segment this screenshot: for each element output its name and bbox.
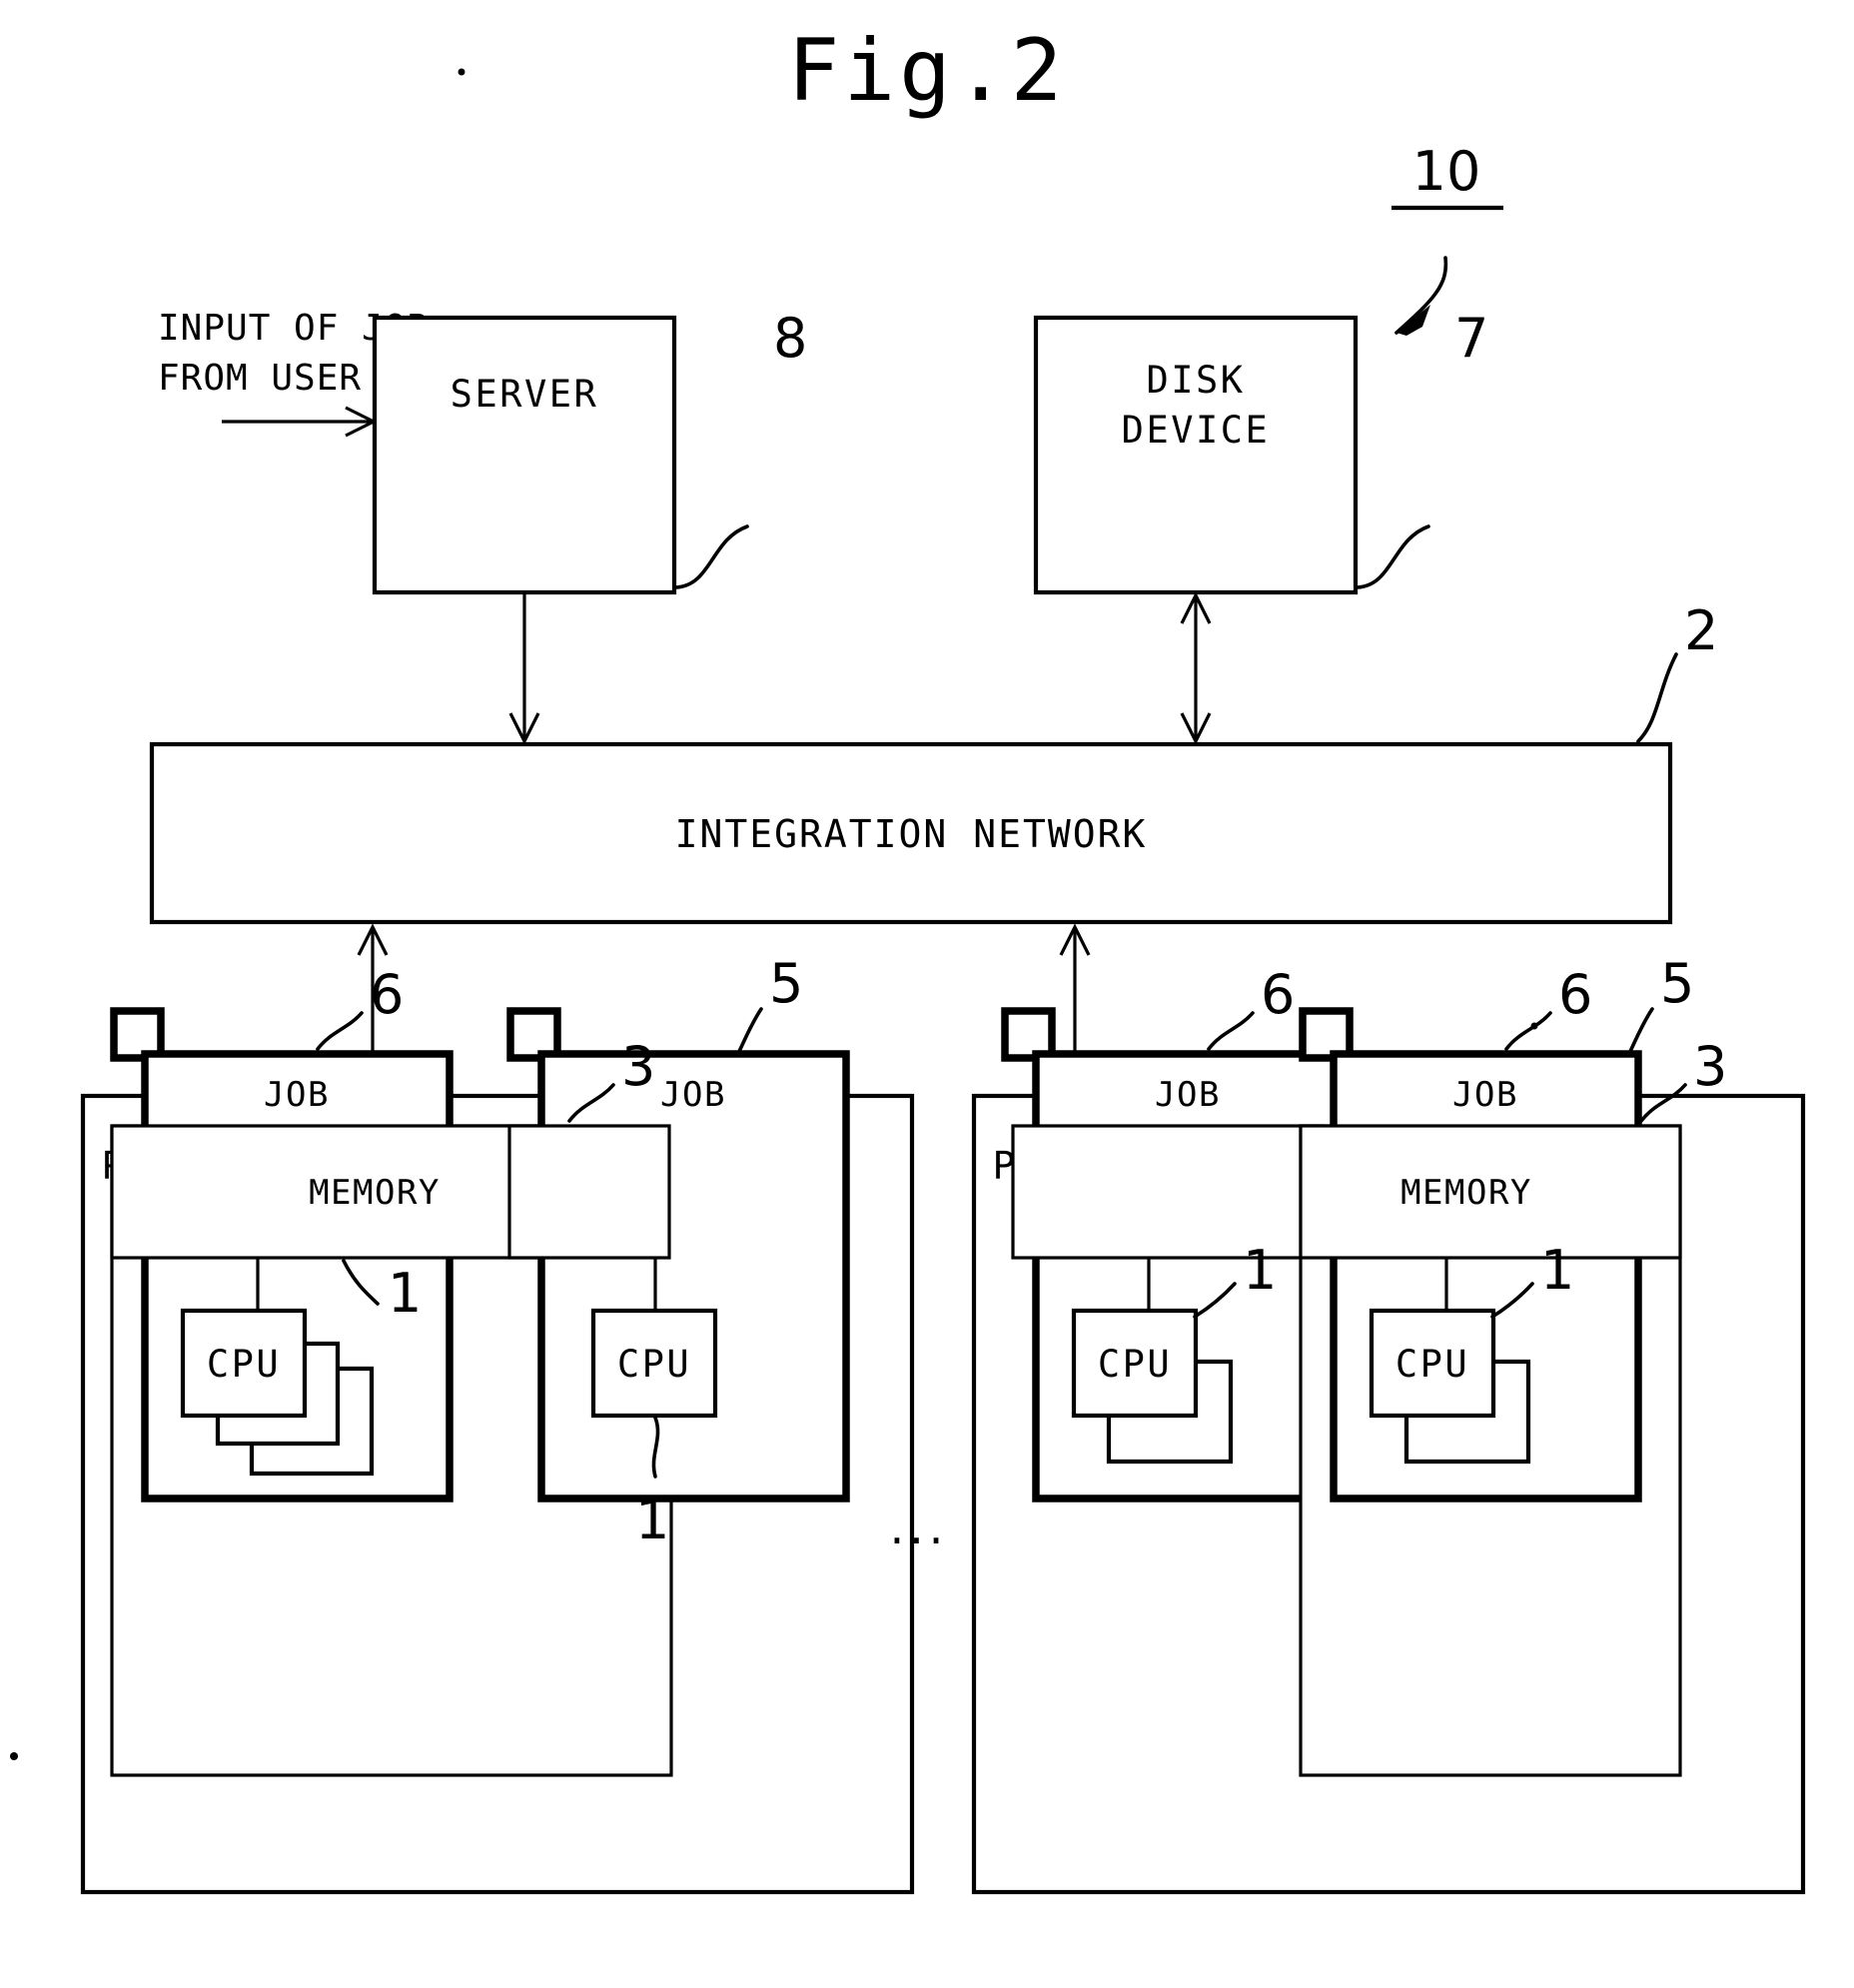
- ref-7-leader: [1356, 524, 1430, 589]
- parallel-computer-system-right[interactable]: PARALLEL COMPUTER SYSTEM 5 JOB 6 CPU 1 J…: [971, 952, 1806, 1895]
- job-label-left-2: JOB: [660, 1075, 726, 1115]
- node-left-2[interactable]: JOB 3 CPU 1: [506, 1007, 850, 1551]
- job-label-left-1: JOB: [264, 1075, 330, 1115]
- ref-6-right-1-leader: [1207, 1011, 1255, 1051]
- ref-2-label: 2: [1684, 599, 1718, 662]
- input-caption-line2: FROM USER: [158, 358, 362, 399]
- disk-device-label-line2: DEVICE: [1122, 409, 1271, 452]
- page-speckle: [458, 68, 465, 76]
- ref-8-leader: [674, 524, 749, 589]
- parallel-computer-system-left[interactable]: PARALLEL COMPUTER SYSTEM 5 JOB 6 MEMORY …: [80, 952, 915, 1895]
- disk-device-label-line1: DISK: [1146, 359, 1245, 402]
- ref-6-right-2-leader: [1504, 1011, 1552, 1051]
- ref-10-arrowhead: [1396, 305, 1430, 336]
- cpu-label-left-2: CPU: [617, 1343, 691, 1386]
- integration-network-label: INTEGRATION NETWORK: [675, 812, 1148, 856]
- node-plate-left-2: [507, 1124, 671, 1260]
- ref-8-label: 8: [773, 307, 807, 370]
- ref-3-left-label: 3: [621, 1035, 655, 1098]
- ref-10-label: 10: [1412, 140, 1481, 203]
- ref-1-right-1-label: 1: [1243, 1239, 1277, 1302]
- ref-1-right-2-label: 1: [1540, 1239, 1574, 1302]
- ref-1-left-2-label: 1: [635, 1489, 669, 1551]
- job-box-left-2[interactable]: [537, 1050, 850, 1502]
- ref-2-leader: [1636, 652, 1678, 743]
- ref-1-left-1-label: 1: [388, 1262, 422, 1325]
- ref-6-left-1-label: 6: [370, 963, 404, 1026]
- figure-page: Fig.2 10 INPUT OF JOB FROM USER SERVER 8…: [0, 0, 1854, 1988]
- cpu-label-right-1: CPU: [1098, 1343, 1172, 1386]
- ref-5-left-label: 5: [769, 952, 803, 1015]
- systems-ellipsis: ...: [890, 1500, 949, 1554]
- server-box[interactable]: [372, 315, 677, 595]
- ref-3-right-label: 3: [1693, 1035, 1727, 1098]
- cpu-label-left-1: CPU: [207, 1343, 281, 1386]
- job-label-right-2: JOB: [1452, 1075, 1518, 1115]
- page-speckle: [10, 1752, 18, 1760]
- ref-5-right-label: 5: [1660, 952, 1694, 1015]
- node-right-2[interactable]: JOB 6 MEMORY 3 CPU 1: [1299, 963, 1727, 1777]
- node-right-1[interactable]: JOB 6 CPU 1: [1001, 963, 1345, 1502]
- server-label: SERVER: [451, 373, 599, 416]
- figure-title: Fig.2: [788, 21, 1067, 121]
- memory-label-right-2: MEMORY: [1400, 1173, 1532, 1213]
- cpu-label-right-2: CPU: [1395, 1343, 1469, 1386]
- memory-label-left-1: MEMORY: [309, 1173, 441, 1213]
- ref-6-right-1-label: 6: [1261, 963, 1295, 1026]
- job-label-right-1: JOB: [1155, 1075, 1221, 1115]
- ref-6-right-2-label: 6: [1558, 963, 1592, 1026]
- patent-figure-diagram: Fig.2 10 INPUT OF JOB FROM USER SERVER 8…: [10, 21, 1806, 1895]
- ref-7-label: 7: [1454, 307, 1488, 370]
- ref-6-left-1-leader: [316, 1011, 364, 1051]
